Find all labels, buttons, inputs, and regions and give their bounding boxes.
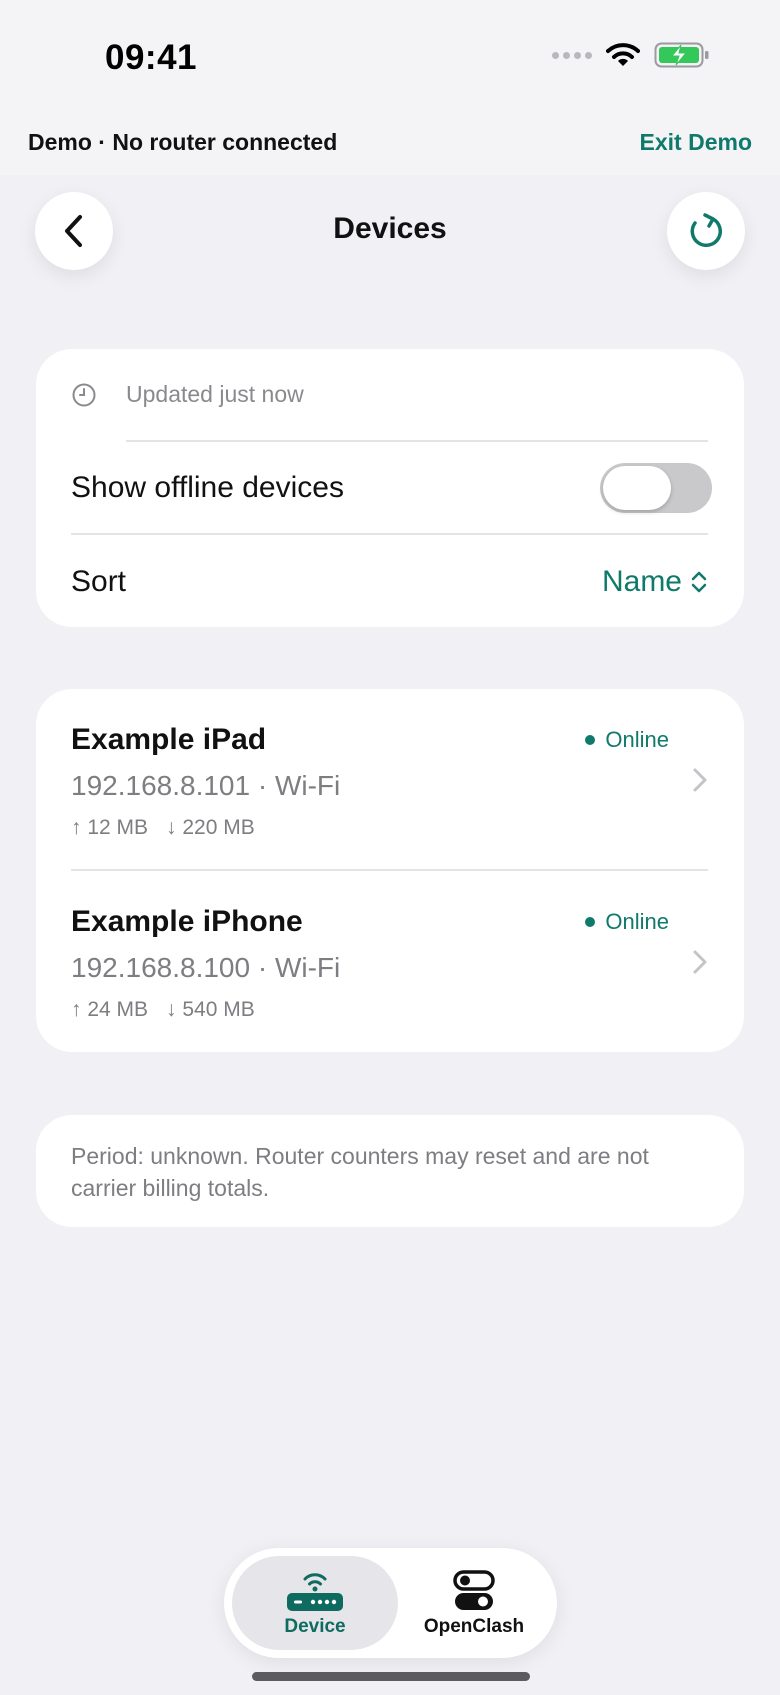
last-updated-row: Updated just now [36, 349, 744, 441]
cellular-signal-icon [552, 51, 592, 59]
last-updated-text: Updated just now [126, 381, 304, 407]
tab-label: Device [284, 1616, 346, 1637]
chevron-right-icon [693, 768, 707, 792]
status-text: Online [605, 909, 669, 934]
exit-demo-button[interactable]: Exit Demo [640, 129, 752, 156]
online-dot-icon [585, 735, 596, 745]
tab-bar: Device OpenClash [224, 1548, 557, 1658]
sort-row: Sort Name [36, 535, 744, 627]
show-offline-toggle[interactable] [600, 463, 712, 513]
sort-value: Name [601, 565, 682, 598]
upload-amount: ↑ 12 MB [71, 816, 149, 839]
refresh-icon [690, 213, 723, 248]
page-title: Devices [333, 212, 447, 245]
period-note-text: Period: unknown. Router counters may res… [71, 1143, 649, 1201]
sort-selector[interactable]: Name [602, 565, 708, 599]
status-bar: 09:41 [0, 0, 780, 115]
status-text: Online [605, 727, 669, 752]
chevron-right-icon [693, 950, 707, 974]
demo-status-text: Demo · No router connected [28, 129, 338, 155]
status-icons [552, 42, 710, 68]
settings-card: Updated just now Show offline devices So… [36, 349, 744, 627]
status-badge: Online [585, 909, 669, 935]
device-name: Example iPhone [71, 905, 303, 938]
status-badge: Online [585, 727, 669, 753]
sort-label: Sort [71, 565, 127, 598]
download-amount: ↓ 220 MB [166, 816, 255, 839]
router-icon [287, 1573, 343, 1611]
download-amount: ↓ 540 MB [166, 998, 255, 1021]
device-ip-connection: 192.168.8.100 · Wi-Fi [71, 952, 341, 983]
device-row[interactable]: Example iPad 192.168.8.101 · Wi-Fi ↑ 12 … [36, 689, 744, 870]
device-traffic: ↑ 12 MB ↓ 220 MB [71, 816, 255, 840]
show-offline-label: Show offline devices [71, 471, 344, 504]
toggle-knob [603, 466, 671, 510]
device-traffic: ↑ 24 MB ↓ 540 MB [71, 998, 255, 1022]
show-offline-row: Show offline devices [36, 441, 744, 533]
device-ip-connection: 192.168.8.101 · Wi-Fi [71, 770, 341, 801]
tab-openclash[interactable]: OpenClash [398, 1556, 550, 1650]
tab-label: OpenClash [423, 1616, 525, 1637]
device-name: Example iPad [71, 723, 267, 756]
chevron-up-down-icon [691, 571, 707, 593]
clock-icon [72, 383, 96, 407]
status-time: 09:41 [105, 38, 198, 77]
tab-device[interactable]: Device [232, 1556, 398, 1650]
demo-banner: Demo · No router connected Exit Demo [0, 115, 780, 175]
battery-charging-icon [654, 42, 709, 68]
refresh-button[interactable] [667, 192, 745, 270]
online-dot-icon [585, 917, 596, 927]
toggles-icon [453, 1570, 495, 1610]
devices-card: Example iPad 192.168.8.101 · Wi-Fi ↑ 12 … [36, 689, 744, 1052]
home-indicator [252, 1672, 530, 1681]
upload-amount: ↑ 24 MB [71, 998, 149, 1021]
wifi-icon [606, 43, 640, 66]
device-row[interactable]: Example iPhone 192.168.8.100 · Wi-Fi ↑ 2… [36, 871, 744, 1052]
period-note-card: Period: unknown. Router counters may res… [36, 1115, 744, 1227]
